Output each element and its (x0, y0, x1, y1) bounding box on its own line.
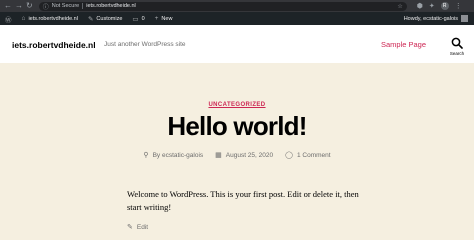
wp-logo-item[interactable]: Ⓦ (0, 12, 17, 25)
post-category: UNCATEGORIZED (0, 93, 474, 111)
comments-count: 0 (141, 15, 145, 22)
divider (82, 3, 84, 9)
person-icon: ⚲ (143, 152, 149, 159)
admin-account-link[interactable]: Howdy, ecstatic-galois (404, 15, 474, 22)
wordpress-icon: Ⓦ (5, 16, 12, 24)
site-title[interactable]: iets.robertvdheide.nl (12, 40, 96, 50)
calendar-icon: ▦ (215, 152, 222, 159)
extensions-area: ⬢ ✦ R ⋮ (417, 2, 462, 10)
search-icon (451, 37, 463, 49)
bookmark-star-icon[interactable]: ☆ (397, 3, 402, 10)
brush-icon: ✎ (87, 15, 94, 23)
comment-bubble-icon: ◯ (285, 152, 293, 159)
admin-site-link[interactable]: ⌂ iets.robertvdheide.nl (17, 12, 83, 25)
post-date[interactable]: ▦ August 25, 2020 (215, 151, 274, 160)
admin-new-link[interactable]: + New (150, 12, 178, 25)
admin-bar: Ⓦ ⌂ iets.robertvdheide.nl ✎ Customize ▭ … (0, 12, 474, 25)
forward-icon[interactable]: → (15, 2, 23, 10)
post-body: Welcome to WordPress. This is your first… (127, 189, 359, 212)
back-icon[interactable]: ← (4, 2, 12, 10)
post-title: Hello world! (167, 111, 307, 141)
puzzle-icon[interactable]: ✦ (429, 2, 435, 10)
admin-customize-link[interactable]: ✎ Customize (83, 12, 127, 25)
menu-item-sample-page[interactable]: Sample Page (381, 40, 426, 49)
date-label: August 25, 2020 (225, 151, 274, 159)
search-label: Search (449, 51, 465, 56)
url-text[interactable]: iets.robertvdheide.nl (86, 3, 136, 9)
pencil-icon: ✎ (127, 224, 133, 231)
comment-icon: ▭ (132, 15, 139, 23)
menu-icon[interactable]: ⋮ (455, 2, 462, 10)
site-description: Just another WordPress site (104, 41, 186, 48)
customize-label: Customize (96, 15, 123, 22)
post-meta: ⚲ By ecstatic-galois ▦ August 25, 2020 ◯… (0, 151, 474, 160)
edit-label: Edit (136, 223, 149, 231)
extension-icon[interactable]: ⬢ (417, 2, 423, 10)
reload-icon[interactable]: ↻ (26, 2, 33, 10)
admin-comments-link[interactable]: ▭ 0 (127, 12, 149, 25)
plus-icon: + (154, 15, 159, 22)
user-avatar (461, 15, 468, 22)
edit-link[interactable]: ✎ Edit (127, 223, 149, 232)
profile-avatar[interactable]: R (440, 2, 449, 10)
post-comments[interactable]: ◯ 1 Comment (285, 151, 331, 160)
admin-site-label: iets.robertvdheide.nl (28, 15, 78, 22)
post-author[interactable]: ⚲ By ecstatic-galois (143, 151, 204, 160)
info-icon[interactable]: ⓘ (43, 2, 49, 11)
security-label: Not Secure (51, 3, 80, 9)
new-label: New (161, 15, 173, 22)
howdy-label: Howdy, ecstatic-galois (403, 15, 458, 22)
home-icon: ⌂ (21, 15, 26, 22)
category-link[interactable]: UNCATEGORIZED (208, 102, 265, 108)
browser-nav: ← → ↻ (4, 2, 33, 10)
comments-label: 1 Comment (296, 151, 331, 159)
search-toggle[interactable]: Search (446, 37, 468, 56)
site-header: iets.robertvdheide.nl Just another WordP… (0, 25, 474, 63)
browser-toolbar: ← → ↻ ⓘ Not Secure iets.robertvdheide.nl… (0, 0, 474, 12)
author-label: By ecstatic-galois (152, 151, 204, 159)
address-bar[interactable]: ⓘ Not Secure iets.robertvdheide.nl ☆ (38, 1, 407, 11)
